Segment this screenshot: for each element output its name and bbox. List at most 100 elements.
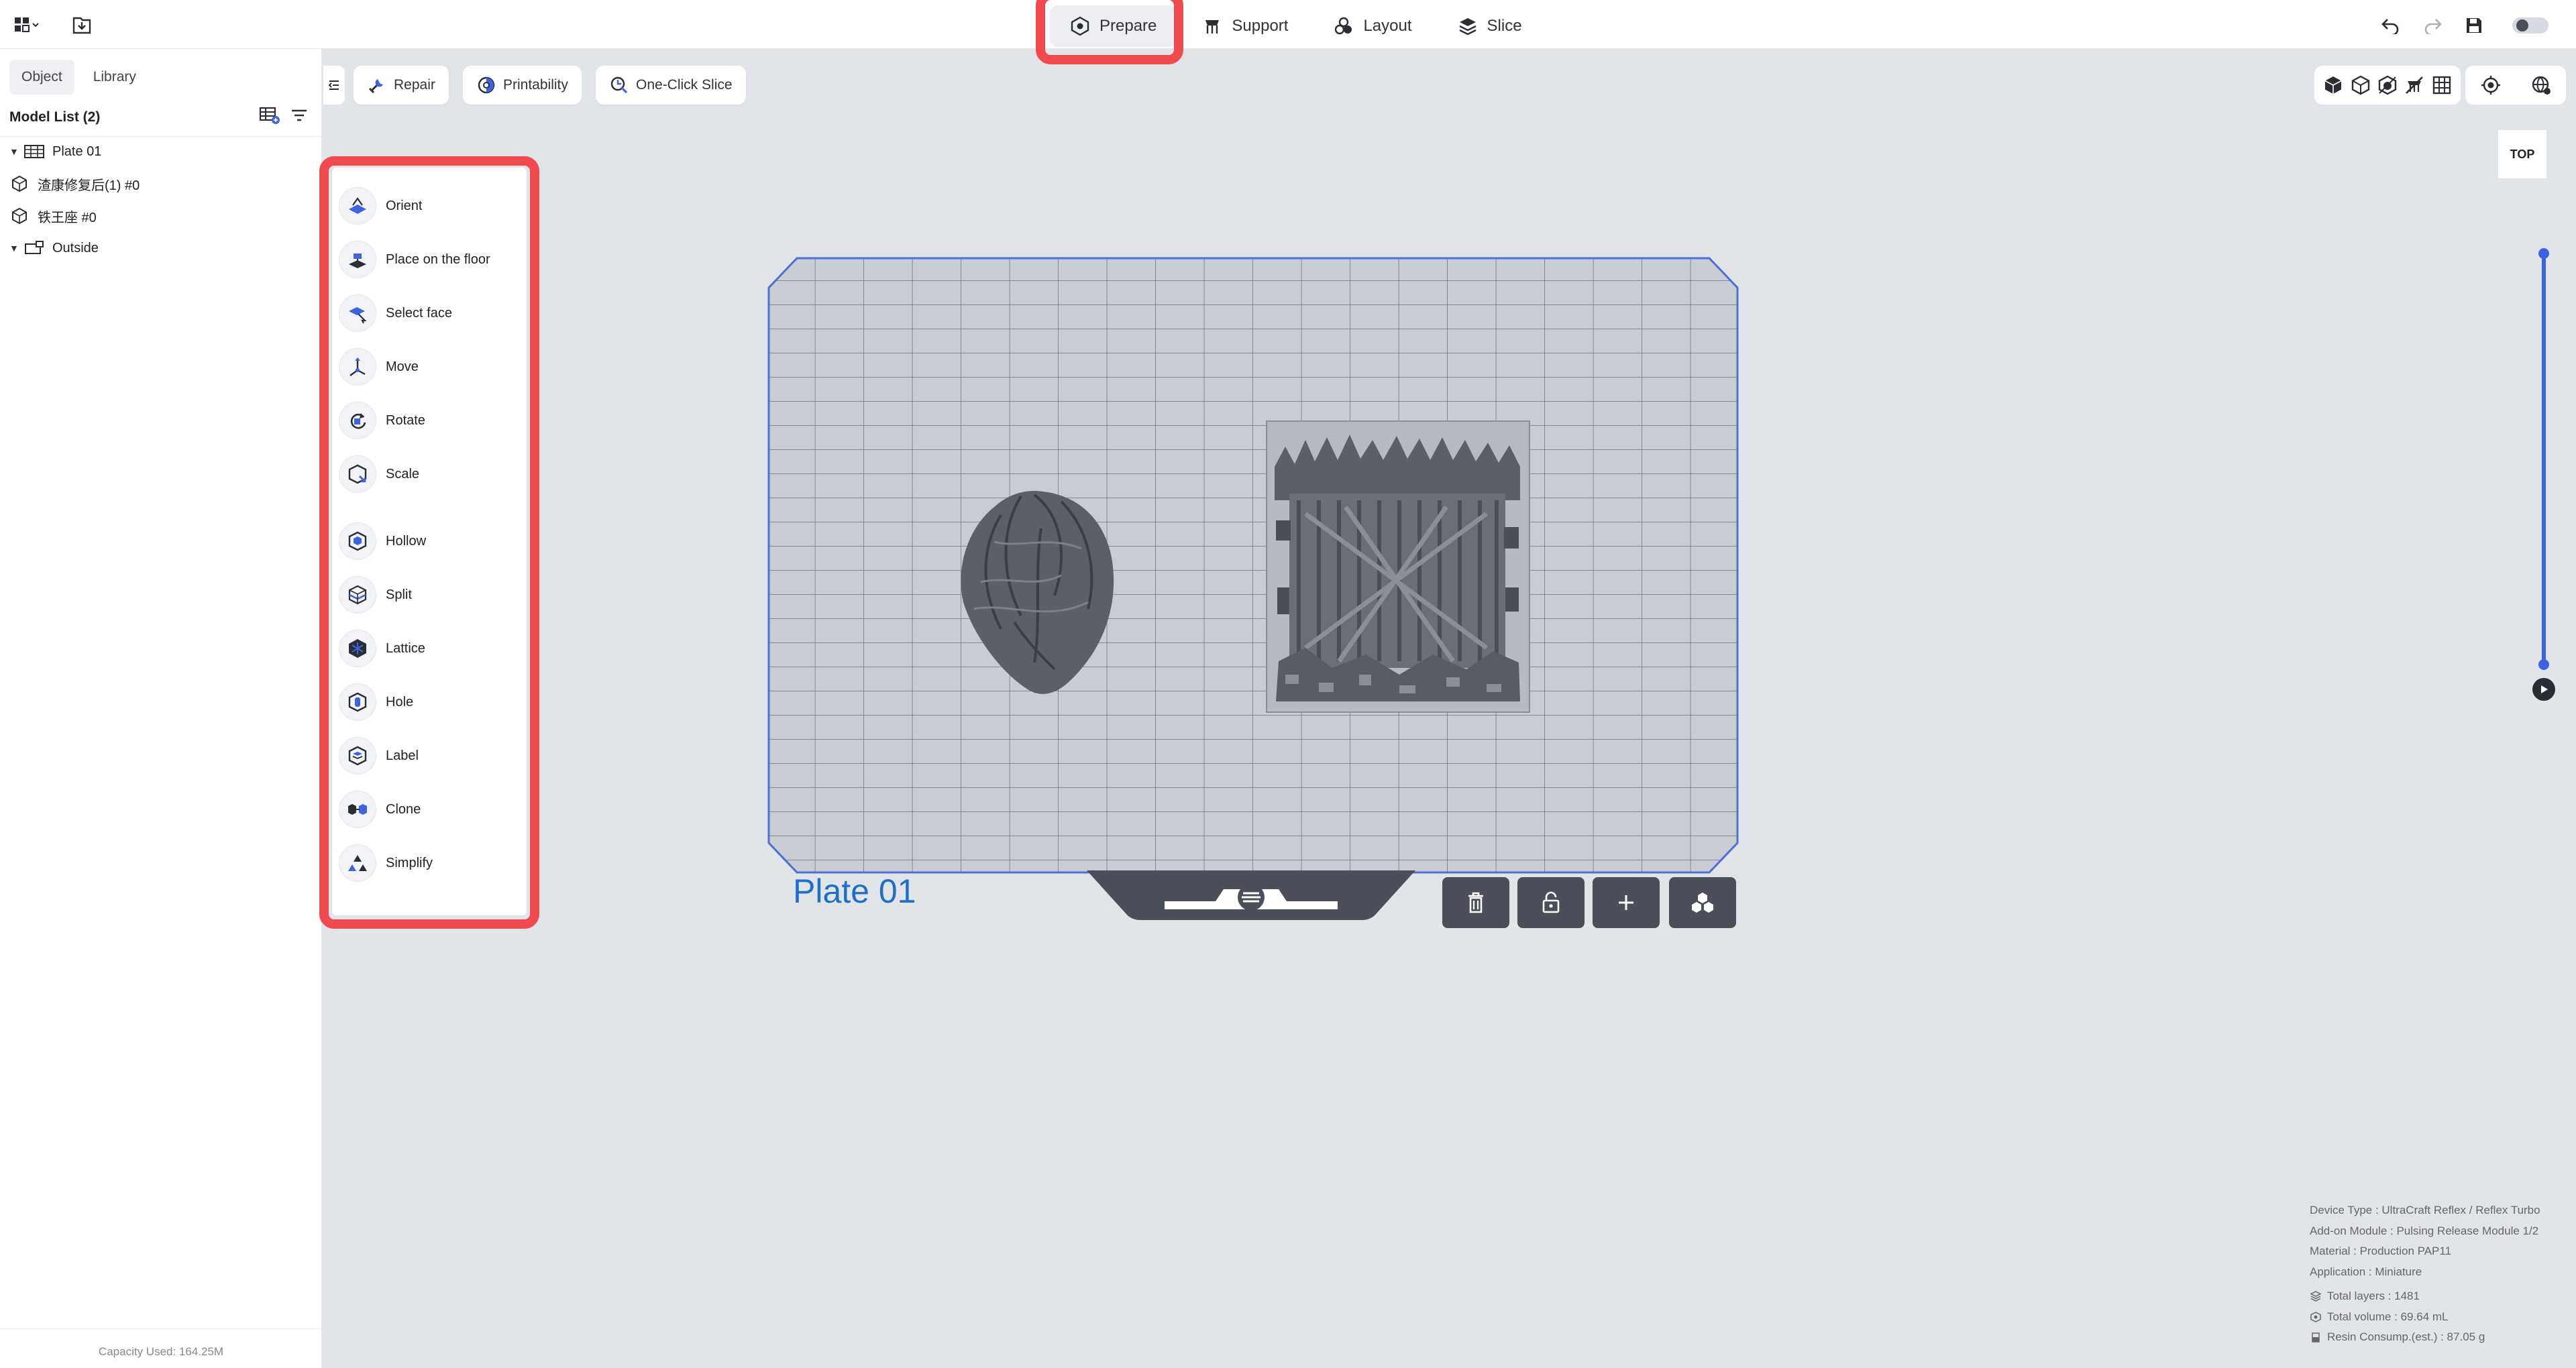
simplify-icon [339,844,376,882]
tool-clone[interactable]: Clone [339,787,421,832]
tool-label: Hollow [386,533,427,549]
tree-item-outside[interactable]: ▼ Outside [0,235,99,262]
table-view-icon[interactable] [259,105,280,125]
wireframe-view-icon[interactable] [2350,74,2371,96]
support-icon [1205,20,1220,34]
layer-slider-bottom-handle[interactable] [2538,659,2549,670]
one-click-slice-button[interactable]: One-Click Slice [596,66,746,105]
tool-orient[interactable]: Orient [339,184,422,228]
theme-toggle[interactable] [2510,11,2551,40]
globe-settings-icon[interactable] [2530,74,2552,96]
one-click-slice-icon [610,76,628,94]
model-throne[interactable] [1265,420,1531,714]
tool-lattice[interactable]: Lattice [339,626,425,671]
tool-label: Place on the floor [386,251,490,267]
tool-hole[interactable]: Hole [339,680,413,724]
hide-supports-icon[interactable] [2404,74,2425,96]
tab-library[interactable]: Library [81,60,148,95]
tree-item-plate[interactable]: ▼ Plate 01 [0,138,101,165]
lock-button[interactable] [1517,877,1585,928]
redo-icon[interactable] [2418,11,2447,40]
build-plate[interactable] [767,257,1739,874]
model-head[interactable] [954,488,1119,697]
tree-item-label: 铁王座 #0 [38,210,97,225]
tool-panel: Orient Place on the floor Select face Mo… [332,168,527,915]
solid-view-icon[interactable] [2322,74,2344,96]
volume-icon [2310,1311,2322,1323]
plate-icon [24,143,44,160]
import-icon[interactable] [67,11,97,40]
tool-scale[interactable]: Scale [339,452,419,496]
total-layers-row: Total layers : 1481 [2310,1286,2540,1307]
tool-place-on-floor[interactable]: Place on the floor [339,237,490,282]
total-layers: Total layers : 1481 [2327,1290,2420,1302]
left-panel-tabs: Object Library [9,60,148,95]
tool-hollow[interactable]: Hollow [339,519,426,563]
label-icon [339,737,376,775]
prepare-icon [1071,16,1089,36]
tree-item-label: Outside [52,240,99,255]
play-icon [2541,685,2548,693]
undo-icon[interactable] [2376,11,2406,40]
divider [0,136,322,137]
resin-bottle-icon [2310,1331,2322,1343]
repair-button[interactable]: Repair [354,66,449,105]
delete-button[interactable] [1442,877,1509,928]
tree-item-model[interactable]: 铁王座 #0 [0,203,97,229]
slice-icon [1458,18,1477,36]
tool-label: Clone [386,801,421,817]
printability-button[interactable]: Printability [463,66,582,105]
arrange-button[interactable] [1669,877,1736,928]
tool-label: Hole [386,694,414,709]
layer-slider-track[interactable] [2542,253,2546,665]
addon-module: Add-on Module : Pulsing Release Module 1… [2310,1224,2539,1237]
top-bar: Prepare Support Layout Slice [0,0,2576,49]
tool-label[interactable]: Label [339,734,419,778]
tool-label-text: Label [386,748,419,763]
caret-down-icon[interactable]: ▼ [9,146,19,157]
total-volume-row: Total volume : 69.64 mL [2310,1307,2540,1328]
view-orientation-label[interactable]: TOP [2498,129,2547,179]
printability-icon [478,76,495,94]
tool-label: Simplify [386,855,433,870]
model-list-actions [259,105,309,125]
play-layers-button[interactable] [2532,678,2555,701]
orient-icon [339,187,376,225]
plate-stand [1087,870,1415,920]
layer-slider-top-handle[interactable] [2538,248,2549,259]
tool-label: Scale [386,466,420,481]
tree-item-model[interactable]: 渣康修复后(1) #0 [0,170,140,197]
hole-icon [339,683,376,721]
grid-icon[interactable] [2431,74,2453,96]
tool-select-face[interactable]: Select face [339,291,452,335]
tool-split[interactable]: Split [339,573,412,617]
tab-support[interactable]: Support [1182,5,1308,47]
scale-icon [339,455,376,493]
tab-object[interactable]: Object [9,60,74,95]
trash-icon [1468,892,1483,913]
tool-label: Select face [386,305,452,321]
caret-down-icon[interactable]: ▼ [9,243,19,253]
model-icon [9,175,30,192]
left-panel: Object Library Model List (2) ▼ Plate 01… [0,49,322,1368]
tool-rotate[interactable]: Rotate [339,398,425,443]
move-icon [339,348,376,386]
add-plate-button[interactable] [1593,877,1660,928]
model-icon [9,207,30,225]
tab-layout[interactable]: Layout [1313,5,1432,47]
app-menu-icon[interactable] [12,11,42,40]
tool-move[interactable]: Move [339,345,419,389]
focus-icon[interactable] [2480,74,2502,96]
collapse-panel-button[interactable] [323,66,345,105]
tool-label: Move [386,359,419,374]
tab-prepare[interactable]: Prepare [1050,5,1177,47]
filter-icon[interactable] [290,105,309,125]
arrange-icon [1692,893,1713,913]
divider [0,1328,322,1329]
tool-simplify[interactable]: Simplify [339,841,433,885]
xray-view-icon[interactable] [2377,74,2398,96]
tab-slice[interactable]: Slice [1438,5,1542,47]
select-face-icon [339,294,376,332]
tool-label: Orient [386,198,423,213]
save-icon[interactable] [2459,11,2489,40]
